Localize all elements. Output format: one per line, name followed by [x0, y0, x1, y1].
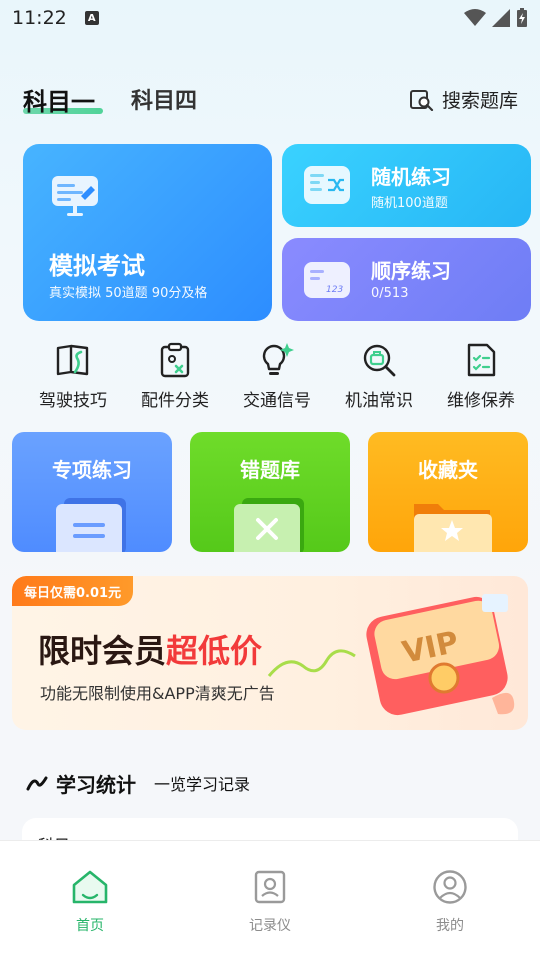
bottom-navigation: 首页 记录仪 我的	[0, 840, 540, 960]
favorites-tile[interactable]: 收藏夹	[368, 432, 528, 552]
banner-title-part1: 限时会员	[38, 632, 167, 670]
whiteboard-icon	[52, 176, 98, 216]
sequential-icon-text: 123	[326, 285, 343, 295]
random-practice-subtitle: 随机100道题	[371, 196, 448, 211]
study-stats-title: 学习统计	[56, 772, 136, 797]
category-oil-knowledge[interactable]: 机油常识	[329, 340, 429, 411]
mock-exam-title: 模拟考试	[49, 252, 145, 280]
category-driving-skills[interactable]: 驾驶技巧	[23, 340, 123, 411]
category-label: 机油常识	[345, 391, 413, 411]
status-bar: 11:22 A	[0, 0, 540, 36]
search-question-bank-button[interactable]: 搜索题库	[409, 86, 518, 113]
search-label: 搜索题库	[441, 90, 518, 112]
banner-title: 限时会员超低价	[38, 626, 262, 672]
signal-icon	[492, 9, 510, 27]
banner-title-part2: 超低价	[166, 632, 263, 670]
home-icon	[72, 870, 108, 904]
wrong-mark-icon	[234, 498, 304, 552]
mock-exam-card[interactable]: 模拟考试 真实模拟 50道题 90分及格	[23, 144, 272, 321]
random-practice-title: 随机练习	[371, 165, 451, 189]
nav-label: 首页	[76, 918, 104, 934]
folder-star-icon	[414, 504, 492, 552]
nav-label: 记录仪	[249, 918, 291, 934]
nav-profile[interactable]: 我的	[360, 841, 540, 960]
category-maintenance[interactable]: 维修保养	[431, 340, 531, 411]
checklist-icon	[467, 343, 496, 377]
banner-subtitle: 功能无限制使用&APP清爽无广告	[40, 684, 275, 703]
category-traffic-signals[interactable]: 交通信号	[227, 340, 327, 411]
lightbulb-icon	[262, 343, 294, 375]
tile-label: 错题库	[240, 458, 300, 482]
shuffle-icon	[304, 166, 350, 204]
sequential-practice-card[interactable]: 123 顺序练习 0/513	[282, 238, 531, 321]
clipboard-icon	[160, 342, 190, 378]
nav-recorder[interactable]: 记录仪	[180, 841, 360, 960]
wrong-answers-tile[interactable]: 错题库	[190, 432, 350, 552]
tab-subject-one[interactable]: 科目一	[23, 82, 95, 117]
special-practice-tile[interactable]: 专项练习	[12, 432, 172, 552]
vip-promo-banner[interactable]: 每日仅需0.01元 限时会员超低价 功能无限制使用&APP清爽无广告 VIP	[12, 576, 528, 730]
category-label: 交通信号	[243, 391, 311, 411]
recorder-icon	[254, 870, 286, 904]
category-label: 配件分类	[141, 391, 209, 411]
search-icon	[409, 89, 434, 111]
status-icons	[464, 8, 528, 28]
sequential-practice-title: 顺序练习	[371, 259, 451, 283]
tab-subject-four[interactable]: 科目四	[131, 83, 197, 115]
document-stack-icon	[56, 498, 126, 552]
category-row: 驾驶技巧 配件分类 交通信号 机油常识 维修保养	[0, 340, 540, 412]
subject-header: 科目一 科目四 搜索题库	[0, 78, 540, 118]
nav-home[interactable]: 首页	[0, 841, 180, 960]
numbered-card-icon: 123	[304, 262, 350, 298]
book-road-icon	[56, 344, 89, 376]
category-label: 驾驶技巧	[39, 391, 107, 411]
study-stats-header: 学习统计 一览学习记录	[26, 768, 250, 798]
category-parts[interactable]: 配件分类	[125, 340, 225, 411]
search-oil-icon	[363, 344, 396, 377]
status-time: 11:22	[12, 7, 67, 29]
wifi-icon	[464, 9, 486, 26]
stats-mark-icon	[26, 776, 48, 791]
nav-label: 我的	[436, 918, 464, 934]
battery-icon	[517, 8, 527, 27]
sequential-practice-progress: 0/513	[371, 286, 409, 301]
random-practice-card[interactable]: 随机练习 随机100道题	[282, 144, 531, 227]
category-label: 维修保养	[447, 391, 515, 411]
price-badge: 每日仅需0.01元	[12, 576, 134, 606]
study-records-link[interactable]: 一览学习记录	[154, 771, 250, 795]
notification-badge: A	[84, 11, 99, 25]
tile-label: 收藏夹	[418, 458, 478, 482]
user-profile-icon	[433, 870, 467, 904]
tile-label: 专项练习	[52, 458, 132, 482]
mock-exam-subtitle: 真实模拟 50道题 90分及格	[49, 286, 208, 301]
vip-envelope-icon: VIP	[366, 594, 515, 716]
